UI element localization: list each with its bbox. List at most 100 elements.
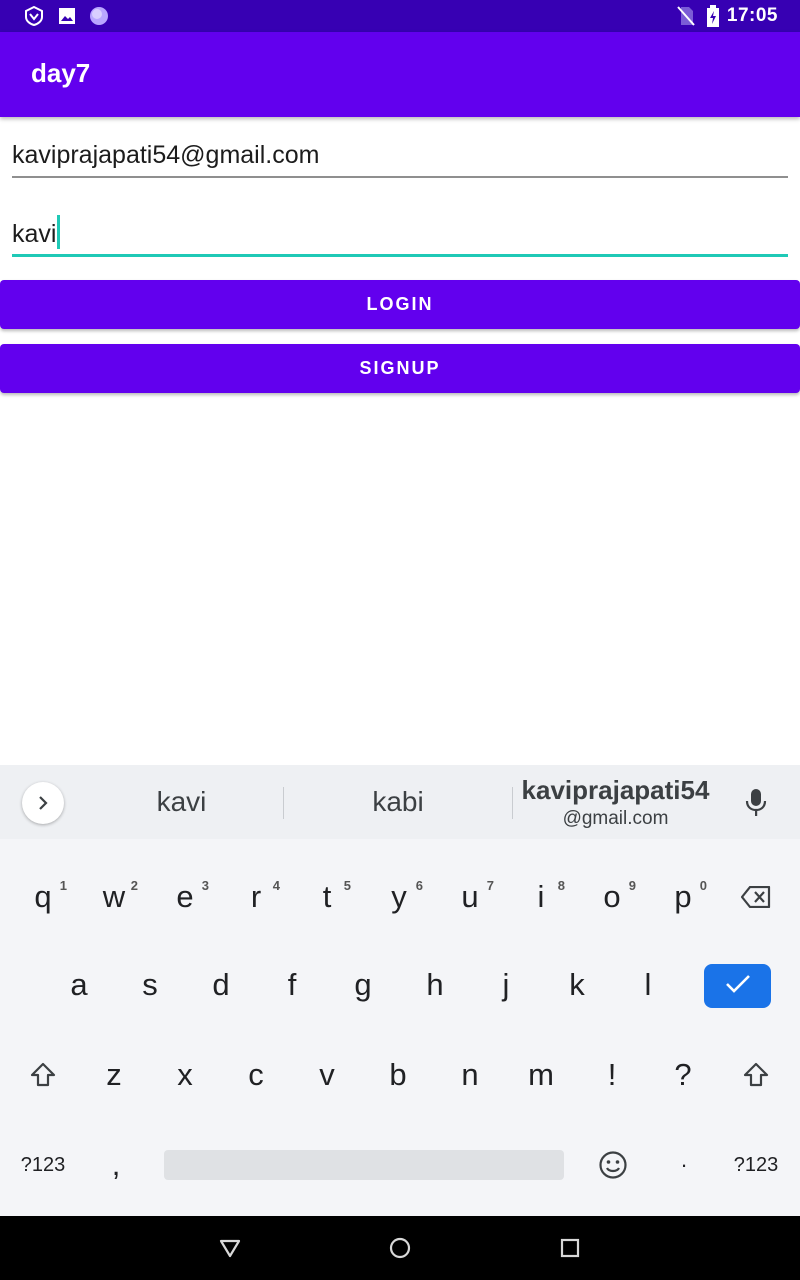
key-label: z [106, 1057, 122, 1092]
key-s[interactable]: s [118, 945, 182, 1025]
key-q[interactable]: q1 [11, 857, 75, 937]
signup-button[interactable]: SIGNUP [0, 344, 800, 393]
key-label: m [528, 1057, 554, 1092]
period-key[interactable]: · [652, 1125, 716, 1205]
soft-keyboard: kavi kabi kaviprajapati54 @gmail.com q1w… [0, 765, 800, 1216]
key-hint: 4 [272, 878, 280, 893]
key-label: n [461, 1057, 479, 1092]
key-label: w [102, 879, 126, 914]
status-bar: 17:05 [0, 0, 800, 32]
email-value: kaviprajapati54@gmail.com [12, 141, 320, 169]
key-k[interactable]: k [545, 945, 609, 1025]
key-l[interactable]: l [616, 945, 680, 1025]
circle-notification-icon [89, 6, 109, 26]
key-label: l [644, 967, 652, 1002]
shift-icon[interactable] [11, 1035, 75, 1115]
key-label: a [70, 967, 88, 1002]
app-title: day7 [31, 58, 91, 88]
check-icon [725, 974, 751, 999]
key-?[interactable]: ? [651, 1035, 715, 1115]
key-b[interactable]: b [366, 1035, 430, 1115]
recents-square-icon[interactable] [555, 1233, 585, 1263]
key-x[interactable]: x [153, 1035, 217, 1115]
image-notification-icon [58, 6, 76, 26]
key-label: u [461, 879, 479, 914]
shield-notification-icon [24, 6, 44, 26]
key-hint: 7 [486, 878, 494, 893]
key-e[interactable]: e3 [153, 857, 217, 937]
key-a[interactable]: a [47, 945, 111, 1025]
key-y[interactable]: y6 [367, 857, 431, 937]
password-field[interactable]: kavi [12, 211, 788, 257]
key-![interactable]: ! [580, 1035, 644, 1115]
key-w[interactable]: w2 [82, 857, 146, 937]
no-sim-icon [677, 6, 695, 26]
battery-charging-icon [706, 5, 720, 27]
key-hint: 6 [415, 878, 423, 893]
password-value-wrap: kavi [12, 215, 61, 249]
symbols-key[interactable]: ?123 [724, 1125, 788, 1205]
symbols-key[interactable]: ?123 [11, 1125, 75, 1205]
suggestion-third-main: kaviprajapati54 [521, 774, 710, 805]
suggestion-second[interactable]: kabi [284, 765, 512, 839]
home-circle-icon[interactable] [385, 1233, 415, 1263]
key-hint: 2 [130, 878, 138, 893]
key-hint: 0 [699, 878, 707, 893]
password-value: kavi [12, 220, 57, 248]
key-n[interactable]: n [438, 1035, 502, 1115]
clock: 17:05 [726, 5, 778, 26]
key-z[interactable]: z [82, 1035, 146, 1115]
suggestion-second-text: kabi [372, 786, 424, 817]
suggestion-third-sub: @gmail.com [562, 807, 669, 829]
key-m[interactable]: m [509, 1035, 573, 1115]
key-label: v [319, 1057, 335, 1092]
key-label: b [389, 1057, 407, 1092]
key-r[interactable]: r4 [224, 857, 288, 937]
key-label: s [142, 967, 158, 1002]
key-label: x [177, 1057, 193, 1092]
key-label: ? [674, 1057, 692, 1092]
comma-key[interactable]: , [84, 1125, 148, 1205]
shift-icon[interactable] [724, 1035, 788, 1115]
key-j[interactable]: j [474, 945, 538, 1025]
key-label: j [502, 967, 510, 1002]
key-label: ! [607, 1057, 617, 1092]
key-label: e [176, 879, 194, 914]
suggestion-third[interactable]: kaviprajapati54 @gmail.com [513, 765, 718, 839]
key-label: r [250, 879, 262, 914]
chevron-right-icon[interactable] [22, 782, 64, 824]
key-label: o [603, 879, 621, 914]
app-bar: day7 [0, 32, 800, 117]
key-c[interactable]: c [224, 1035, 288, 1115]
enter-key[interactable] [704, 964, 771, 1008]
emoji-icon[interactable] [581, 1125, 645, 1205]
login-button[interactable]: LOGIN [0, 280, 800, 329]
key-v[interactable]: v [295, 1035, 359, 1115]
key-i[interactable]: i8 [509, 857, 573, 937]
key-label: y [391, 879, 407, 914]
key-o[interactable]: o9 [580, 857, 644, 937]
key-f[interactable]: f [260, 945, 324, 1025]
email-underline [12, 176, 788, 178]
microphone-icon[interactable] [740, 785, 772, 821]
key-label: k [569, 967, 585, 1002]
space-bar[interactable] [164, 1150, 564, 1180]
email-field[interactable]: kaviprajapati54@gmail.com [12, 132, 788, 178]
key-d[interactable]: d [189, 945, 253, 1025]
key-g[interactable]: g [331, 945, 395, 1025]
key-t[interactable]: t5 [295, 857, 359, 937]
key-hint: 5 [343, 878, 351, 893]
key-label: f [287, 967, 297, 1002]
key-p[interactable]: p0 [651, 857, 715, 937]
key-label: q [34, 879, 52, 914]
backspace-icon[interactable] [724, 857, 788, 937]
back-triangle-icon[interactable] [215, 1233, 245, 1263]
password-underline [12, 254, 788, 257]
key-label: h [426, 967, 444, 1002]
suggestion-first[interactable]: kavi [80, 765, 283, 839]
text-cursor [57, 215, 61, 249]
key-hint: 1 [59, 878, 67, 893]
key-u[interactable]: u7 [438, 857, 502, 937]
key-label: t [322, 879, 332, 914]
key-h[interactable]: h [403, 945, 467, 1025]
